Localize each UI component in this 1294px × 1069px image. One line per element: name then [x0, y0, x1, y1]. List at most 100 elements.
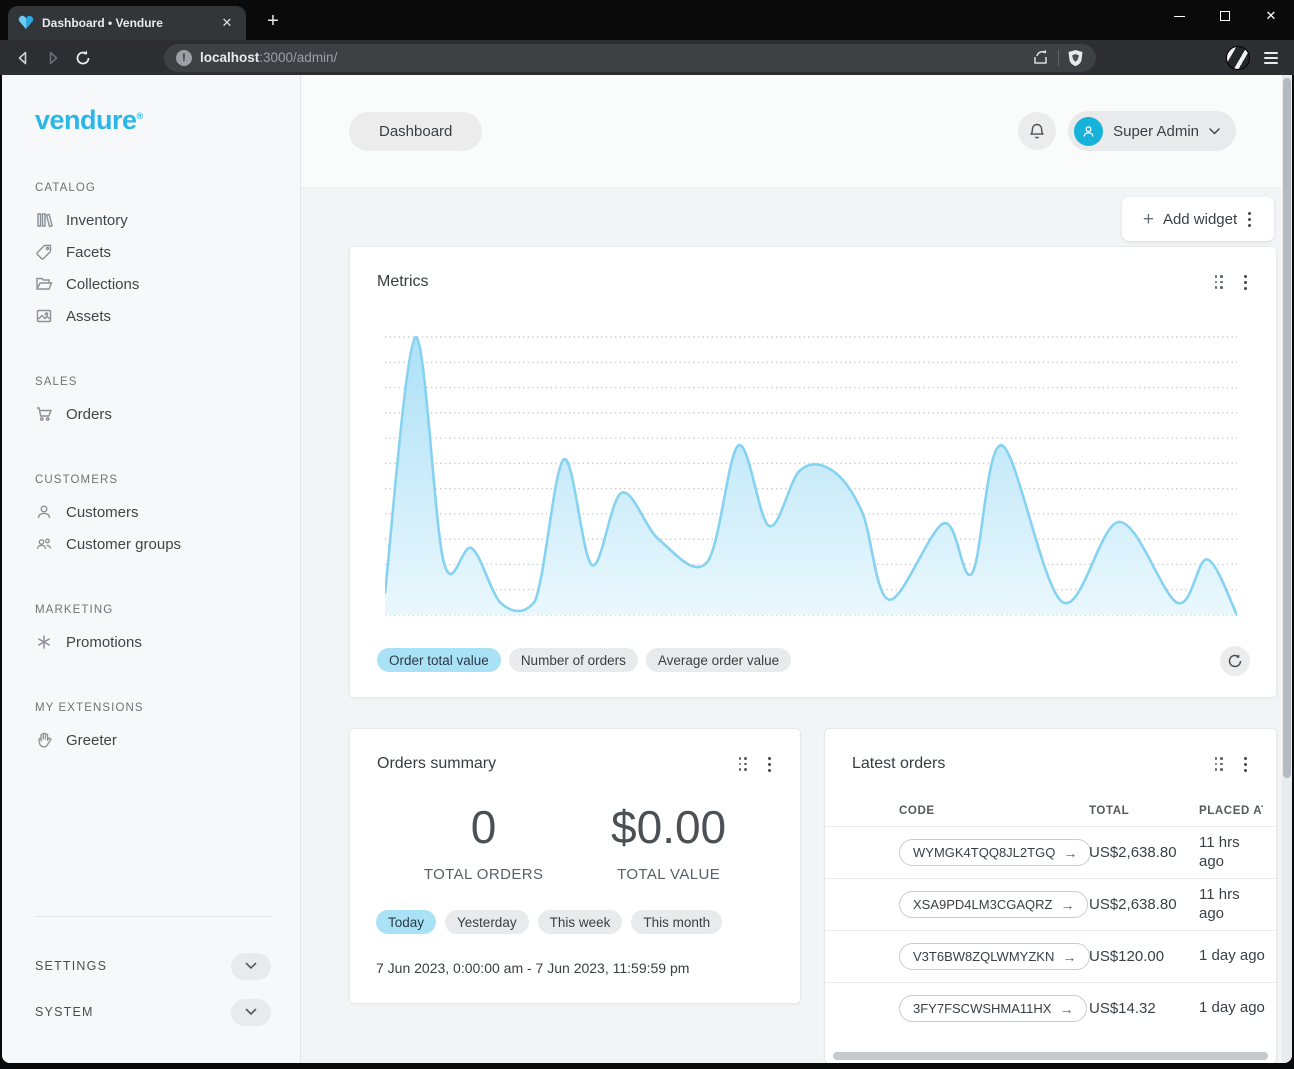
arrow-right-icon: →: [1059, 1001, 1073, 1017]
total-orders-value: 0: [424, 800, 544, 854]
date-range-text: 7 Jun 2023, 0:00:00 am - 7 Jun 2023, 11:…: [350, 960, 800, 976]
scrollbar-thumb[interactable]: [1283, 78, 1291, 778]
site-info-icon[interactable]: !: [176, 50, 192, 66]
breadcrumb[interactable]: Dashboard: [349, 112, 482, 151]
sidebar-item-system[interactable]: SYSTEM: [35, 1005, 94, 1019]
order-total: US$2,638.80: [1089, 896, 1199, 913]
sidebar-item-assets[interactable]: Assets: [2, 300, 300, 332]
new-tab-button[interactable]: +: [260, 8, 286, 34]
drag-handle-icon[interactable]: [1215, 757, 1225, 772]
url-bar[interactable]: ! localhost:3000/admin/: [164, 44, 1096, 72]
sidebar-item-settings[interactable]: SETTINGS: [35, 959, 107, 973]
order-code-link[interactable]: WYMGK4TQQ8JL2TGQ→: [899, 839, 1091, 866]
sidebar-item-collections[interactable]: Collections: [2, 268, 300, 300]
horizontal-scrollbar[interactable]: [833, 1052, 1268, 1060]
drag-handle-icon[interactable]: [739, 757, 749, 772]
orders-summary-widget: Orders summary 0 TOTAL ORDERS $0.00: [349, 728, 801, 1004]
vendure-favicon-icon: [18, 15, 34, 31]
avatar: [1074, 117, 1103, 146]
sidebar-item-greeter[interactable]: Greeter: [2, 724, 300, 756]
order-code-link[interactable]: V3T6BW8ZQLWMYZKN→: [899, 943, 1090, 970]
user-menu[interactable]: Super Admin: [1068, 111, 1236, 151]
window-minimize-button[interactable]: [1156, 0, 1202, 32]
nav-section-customers: CUSTOMERS: [2, 474, 300, 496]
browser-profile-avatar[interactable]: [1226, 46, 1250, 70]
dashboard-content: + Add widget Metrics: [301, 187, 1292, 1063]
sidebar-item-orders[interactable]: Orders: [2, 398, 300, 430]
order-code-link[interactable]: XSA9PD4LM3CGAQRZ→: [899, 891, 1088, 918]
brave-shield-icon[interactable]: [1067, 49, 1084, 67]
add-widget-menu-icon[interactable]: [1246, 210, 1253, 229]
sidebar-item-promotions[interactable]: Promotions: [2, 626, 300, 658]
widget-menu-icon[interactable]: [1242, 273, 1249, 292]
plus-icon: +: [1143, 210, 1154, 229]
order-placed-at: 11 hrs ago: [1199, 886, 1263, 924]
add-widget-button[interactable]: + Add widget: [1122, 197, 1274, 241]
metric-tab-number-of-orders[interactable]: Number of orders: [509, 648, 638, 672]
latest-orders-widget: Latest orders CODE TOTAL PLACED AT: [824, 728, 1277, 1063]
sidebar-item-customers[interactable]: Customers: [2, 496, 300, 528]
vendure-admin-app: vendure® CATALOG Inventory Facets Collec…: [2, 75, 1292, 1063]
chevron-down-icon: [245, 962, 257, 970]
customers-icon: [35, 503, 53, 521]
window-close-button[interactable]: ✕: [1248, 0, 1294, 32]
browser-menu-icon[interactable]: [1264, 52, 1278, 64]
widget-menu-icon[interactable]: [766, 755, 773, 774]
latest-orders-table: CODE TOTAL PLACED AT WYMGK4TQQ8JL2TGQ→ U…: [825, 796, 1276, 1034]
column-header-total: TOTAL: [1089, 805, 1199, 817]
system-expand-button[interactable]: [231, 999, 271, 1026]
browser-tabstrip: Dashboard • Vendure ✕ + ✕: [0, 0, 1294, 40]
reload-icon: [74, 49, 92, 67]
browser-window: Dashboard • Vendure ✕ + ✕ ! localhost:30…: [0, 0, 1294, 1069]
nav-section-my-extensions: MY EXTENSIONS: [2, 702, 300, 724]
metric-tab-average-order-value[interactable]: Average order value: [646, 648, 791, 672]
widget-menu-icon[interactable]: [1242, 755, 1249, 774]
user-icon: [1081, 124, 1096, 139]
share-icon[interactable]: [1031, 48, 1050, 67]
url-text: localhost:3000/admin/: [200, 50, 1023, 65]
page-header: Dashboard Super Admin: [301, 75, 1292, 187]
arrow-right-icon: →: [1060, 897, 1074, 913]
order-placed-at: 1 day ago: [1199, 999, 1263, 1018]
window-maximize-button[interactable]: [1202, 0, 1248, 32]
tab-close-icon[interactable]: ✕: [218, 14, 236, 32]
page-scrollbar[interactable]: [1282, 75, 1292, 1063]
nav-section-marketing: MARKETING: [2, 604, 300, 626]
metric-tab-order-total-value[interactable]: Order total value: [377, 648, 501, 672]
metrics-area-chart: [385, 335, 1237, 617]
forward-button[interactable]: [38, 44, 68, 72]
drag-handle-icon[interactable]: [1215, 275, 1225, 290]
browser-toolbar: ! localhost:3000/admin/: [0, 40, 1294, 75]
sidebar-item-customer-groups[interactable]: Customer groups: [2, 528, 300, 560]
nav-section-sales: SALES: [2, 376, 300, 398]
sidebar-item-inventory[interactable]: Inventory: [2, 204, 300, 236]
reload-button[interactable]: [68, 44, 98, 72]
assets-icon: [35, 307, 53, 325]
total-value-label: TOTAL VALUE: [611, 866, 726, 883]
orders-icon: [35, 405, 53, 423]
arrow-right-icon: →: [1063, 845, 1077, 861]
chevron-down-icon: [1209, 128, 1220, 135]
table-row: XSA9PD4LM3CGAQRZ→ US$2,638.80 11 hrs ago: [825, 878, 1276, 930]
refresh-icon: [1227, 653, 1243, 669]
notifications-button[interactable]: [1018, 112, 1056, 150]
order-placed-at: 1 day ago: [1199, 947, 1263, 966]
order-code-link[interactable]: 3FY7FSCWSHMA11HX→: [899, 995, 1087, 1022]
forward-icon: [44, 49, 62, 67]
range-tab-yesterday[interactable]: Yesterday: [445, 910, 529, 934]
refresh-button[interactable]: [1220, 646, 1250, 676]
sidebar: vendure® CATALOG Inventory Facets Collec…: [2, 75, 301, 1063]
widget-title: Orders summary: [377, 755, 496, 773]
browser-tab[interactable]: Dashboard • Vendure ✕: [8, 6, 246, 40]
range-tab-today[interactable]: Today: [376, 910, 436, 934]
table-row: 3FY7FSCWSHMA11HX→ US$14.32 1 day ago: [825, 982, 1276, 1034]
back-button[interactable]: [8, 44, 38, 72]
toolbar-divider: [1058, 50, 1059, 66]
column-header-code: CODE: [899, 805, 1089, 817]
range-tab-this-month[interactable]: This month: [631, 910, 722, 934]
order-placed-at: 11 hrs ago: [1199, 834, 1263, 872]
range-tab-this-week[interactable]: This week: [538, 910, 623, 934]
sidebar-item-facets[interactable]: Facets: [2, 236, 300, 268]
table-row: V3T6BW8ZQLWMYZKN→ US$120.00 1 day ago: [825, 930, 1276, 982]
settings-expand-button[interactable]: [231, 953, 271, 980]
